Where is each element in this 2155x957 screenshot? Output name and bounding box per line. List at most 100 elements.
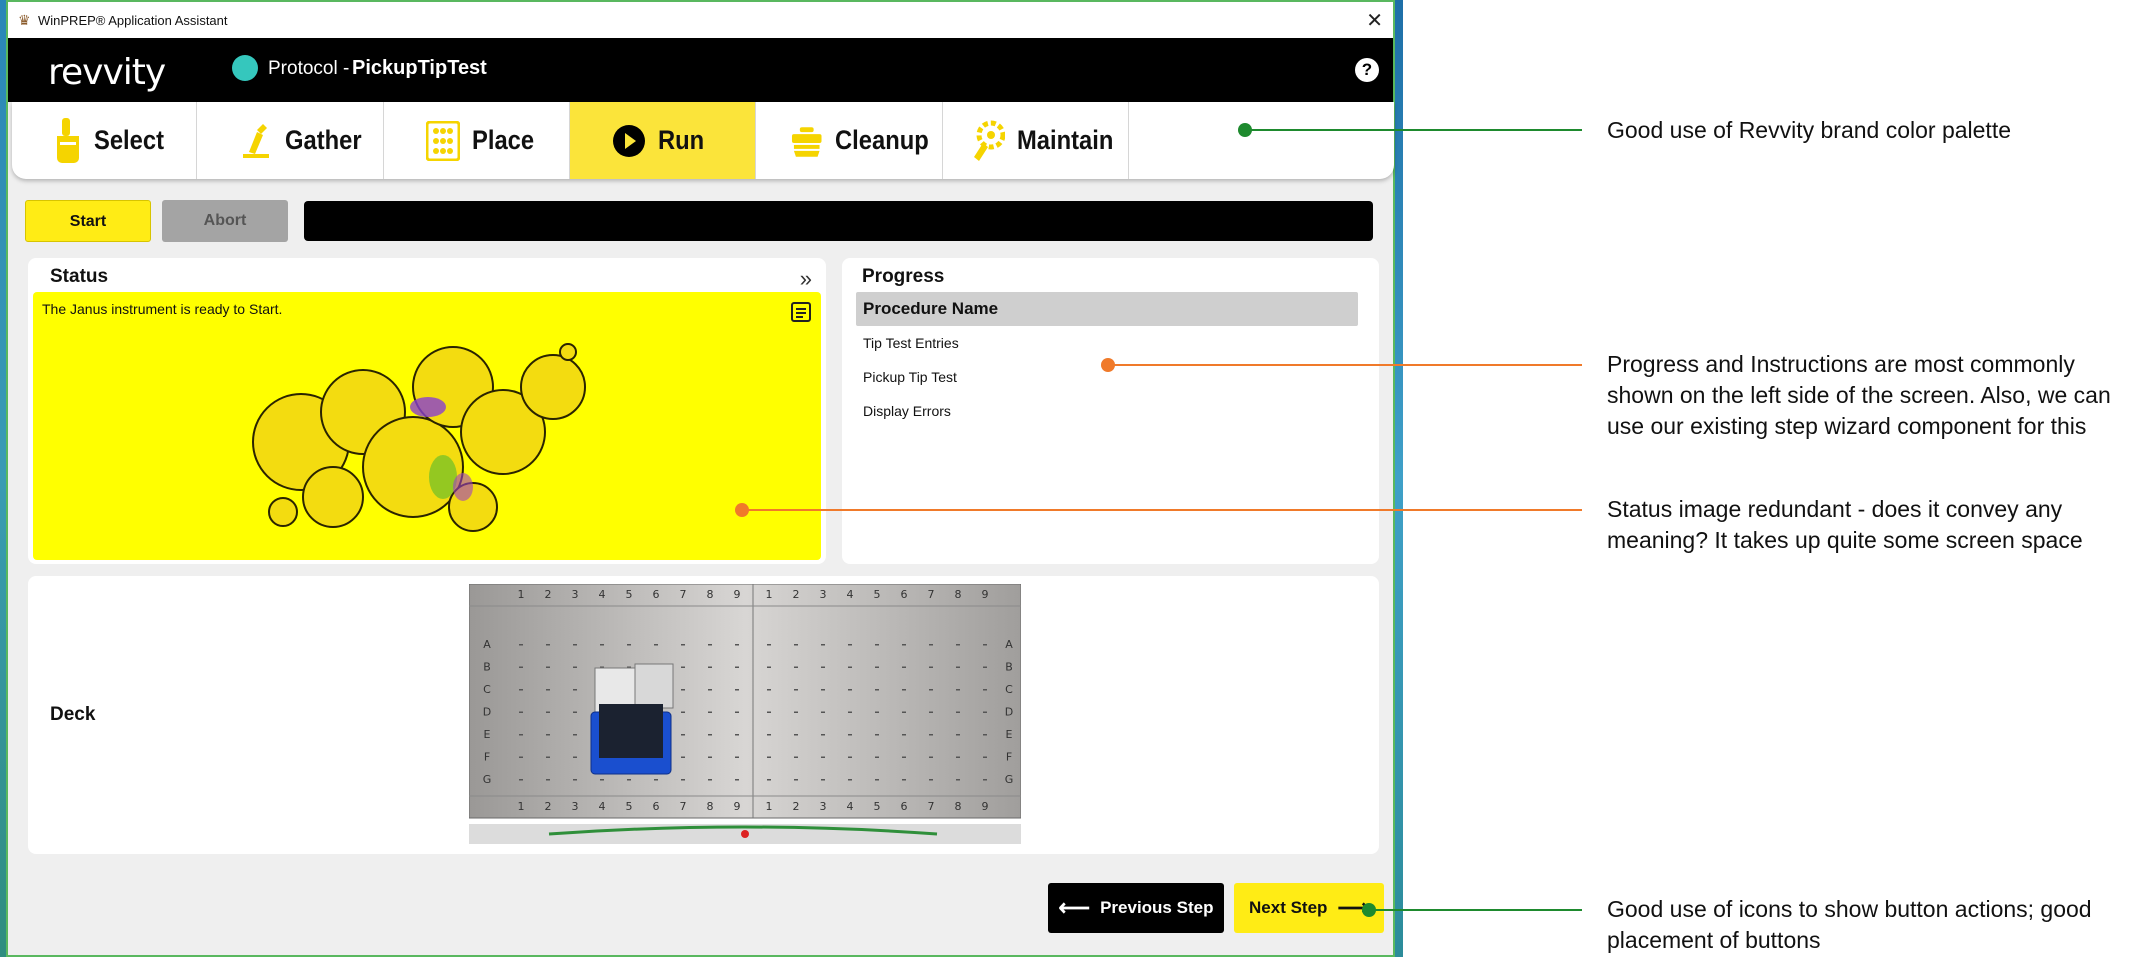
abort-button[interactable]: Abort	[162, 200, 288, 242]
deck-position-dot	[708, 711, 712, 713]
deck-position-dot	[821, 734, 825, 736]
deck-position-dot	[573, 689, 577, 691]
expand-icon[interactable]: »	[800, 266, 812, 292]
arrow-left-icon: ⟵	[1058, 895, 1091, 920]
deck-position-dot	[929, 689, 933, 691]
start-button[interactable]: Start	[25, 200, 151, 242]
tab-cleanup[interactable]: Cleanup	[756, 102, 943, 179]
tab-gather[interactable]: Gather	[197, 102, 384, 179]
deck-column-label: 4	[599, 800, 606, 813]
deck-position-dot	[848, 711, 852, 713]
microscope-icon	[243, 123, 269, 158]
deck-position-dot	[681, 689, 685, 691]
deck-position-dot	[929, 644, 933, 646]
deck-position-dot	[546, 756, 550, 758]
deck-column-label: 6	[901, 800, 908, 813]
tab-place[interactable]: Place	[384, 102, 570, 179]
deck-position-dot	[519, 756, 523, 758]
play-circle-icon	[613, 124, 645, 157]
deck-column-label: 2	[545, 800, 552, 813]
deck-position-dot	[848, 756, 852, 758]
deck-position-dot	[875, 689, 879, 691]
deck-column-label: 3	[572, 588, 579, 601]
deck-column-label: 5	[874, 588, 881, 601]
deck-position-dot	[681, 666, 685, 668]
deck-column-label: 6	[901, 588, 908, 601]
deck-position-dot	[929, 711, 933, 713]
deck-position-dot	[767, 756, 771, 758]
previous-step-button[interactable]: ⟵ Previous Step	[1048, 883, 1224, 933]
logo-text: revvity	[48, 52, 166, 93]
deck-position-dot	[902, 644, 906, 646]
deck-column-label: 4	[847, 800, 854, 813]
deck-column-label: 7	[928, 588, 935, 601]
deck-position-dot	[821, 779, 825, 781]
annotation-line	[1108, 364, 1582, 366]
deck-position-dot	[735, 644, 739, 646]
deck-row-label: A	[1005, 638, 1013, 651]
deck-row-label: C	[1005, 683, 1013, 696]
deck-label: Deck	[50, 704, 96, 725]
tab-select[interactable]: Select	[12, 102, 197, 179]
deck-position-dot	[902, 711, 906, 713]
log-icon[interactable]	[791, 302, 811, 322]
help-icon[interactable]: ?	[1355, 58, 1379, 82]
status-image: The Janus instrument is ready to Start.	[33, 292, 821, 560]
deck-position-dot	[929, 756, 933, 758]
progress-step[interactable]: Display Errors	[856, 394, 1358, 428]
deck-position-dot	[546, 734, 550, 736]
deck-position-dot	[902, 666, 906, 668]
deck-position-dot	[794, 756, 798, 758]
deck-position-dot	[983, 644, 987, 646]
deck-column-label: 5	[626, 800, 633, 813]
deck-position-dot	[794, 711, 798, 713]
deck-position-dot	[681, 734, 685, 736]
deck-column-label: 9	[982, 588, 989, 601]
deck-position-dot	[519, 779, 523, 781]
deck-position-dot	[875, 779, 879, 781]
protocol-label: Protocol -	[268, 58, 350, 79]
deck-position-dot	[708, 756, 712, 758]
deck-column-label: 7	[928, 800, 935, 813]
tab-run[interactable]: Run	[570, 102, 756, 179]
progress-title: Progress	[862, 266, 945, 287]
deck-column-label: 5	[874, 800, 881, 813]
deck-position-dot	[821, 689, 825, 691]
deck-position-dot	[956, 644, 960, 646]
deck-column-label: 9	[734, 588, 741, 601]
deck-position-dot	[708, 666, 712, 668]
deck-position-dot	[573, 666, 577, 668]
progress-step[interactable]: Tip Test Entries	[856, 326, 1358, 360]
deck-position-dot	[519, 666, 523, 668]
deck-position-dot	[794, 689, 798, 691]
deck-column-label: 2	[545, 588, 552, 601]
tab-label: Run	[658, 125, 705, 155]
deck-position-dot	[767, 779, 771, 781]
deck-position-dot	[794, 666, 798, 668]
deck-row-label: D	[1005, 706, 1013, 719]
deck-position-dot	[848, 689, 852, 691]
deck-position-dot	[875, 644, 879, 646]
window-title: WinPREP® Application Assistant	[38, 13, 228, 28]
deck-position-dot	[681, 756, 685, 758]
deck-column-label: 3	[572, 800, 579, 813]
tab-label: Cleanup	[835, 125, 930, 155]
deck-position-dot	[767, 711, 771, 713]
deck-position-dot	[708, 689, 712, 691]
status-title: Status	[50, 266, 109, 287]
deck-layout[interactable]: 112233445566778899112233445566778899A AB B…	[469, 584, 1021, 850]
close-icon[interactable]: ✕	[1366, 8, 1383, 33]
deck-position-dot	[875, 734, 879, 736]
deck-position-dot	[902, 689, 906, 691]
plate-grid-icon	[426, 120, 460, 161]
progress-step[interactable]: Procedure Name	[856, 292, 1358, 326]
tab-maintain[interactable]: Maintain	[943, 102, 1129, 179]
previous-step-label: Previous Step	[1100, 898, 1214, 917]
deck-column-label: 6	[653, 588, 660, 601]
deck-column-label: 2	[793, 588, 800, 601]
bubbles-illustration	[252, 343, 586, 532]
deck-position-dot	[983, 756, 987, 758]
deck-position-dot	[983, 711, 987, 713]
deck-position-dot	[821, 666, 825, 668]
tip-array	[599, 704, 663, 758]
